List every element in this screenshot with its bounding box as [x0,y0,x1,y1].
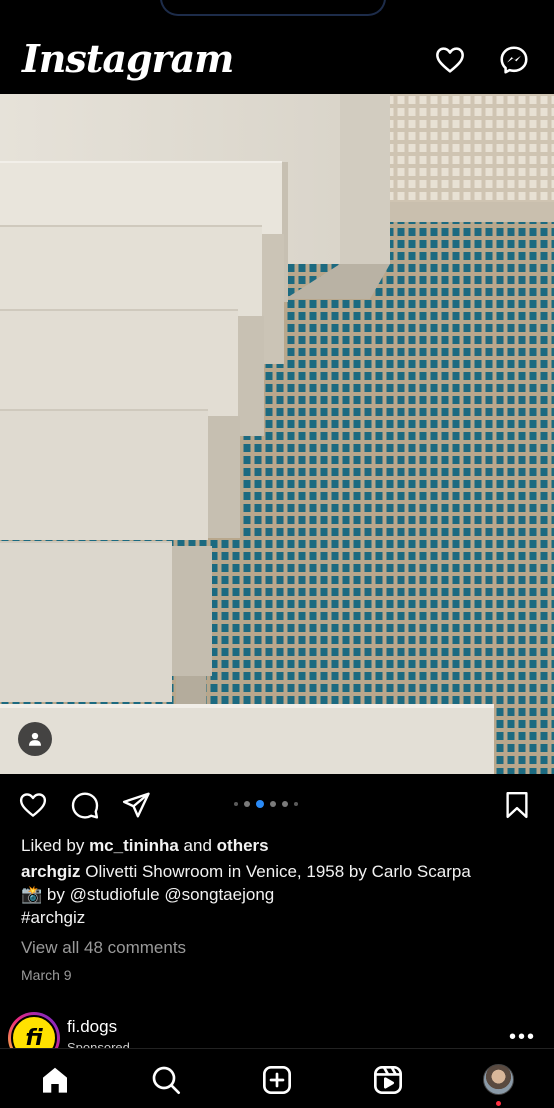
more-options-button[interactable]: ••• [509,1026,536,1049]
messenger-icon[interactable] [498,44,530,76]
carousel-dot [282,801,288,807]
post-date: March 9 [21,967,72,983]
bottom-navigation [0,1048,554,1108]
reels-icon[interactable] [372,1064,404,1096]
instagram-logo[interactable]: Instagram [22,36,234,81]
post-action-bar [0,774,554,834]
carousel-dot-active [256,800,264,808]
carousel-dot [244,801,250,807]
next-post-username[interactable]: fi.dogs [67,1017,117,1037]
profile-avatar[interactable] [483,1064,514,1095]
carousel-dot [234,802,238,806]
post-photo[interactable] [0,94,554,774]
next-post-header: fi fi.dogs Sponsored ••• [0,1008,554,1064]
view-comments-link[interactable]: View all 48 comments [21,938,186,958]
comment-icon[interactable] [70,790,100,820]
status-bar [0,0,554,24]
caption-credits[interactable]: by @studiofule @songtaejong [47,885,274,904]
caption-line-2: 📸 by @studiofule @songtaejong [21,885,274,905]
carousel-indicator [234,800,298,808]
create-icon[interactable] [261,1064,293,1096]
likes-line[interactable]: Liked by mc_tininha and others [21,836,269,856]
save-bookmark-icon[interactable] [502,790,532,820]
liked-by-and: and [183,836,212,855]
liked-by-others[interactable]: others [217,836,269,855]
liked-by-username[interactable]: mc_tininha [89,836,179,855]
home-icon[interactable] [39,1064,71,1096]
notification-dot [496,1101,501,1106]
top-header: Instagram [0,24,554,94]
like-heart-icon[interactable] [18,790,48,820]
caption-text: Olivetti Showroom in Venice, 1958 by Car… [85,862,471,881]
staircase-mosaic-photo [0,94,554,774]
instagram-feed: Instagram Liked by mc_tininha and others… [0,0,554,1108]
camera-notch [160,0,386,16]
tagged-people-icon[interactable] [18,722,52,756]
caption-hashtag[interactable]: #archgiz [21,908,85,928]
share-send-icon[interactable] [121,790,151,820]
search-icon[interactable] [150,1064,182,1096]
caption-line-1: archgiz Olivetti Showroom in Venice, 195… [21,862,471,882]
liked-by-prefix: Liked by [21,836,85,855]
caption-username[interactable]: archgiz [21,862,81,881]
carousel-dot [294,802,298,806]
camera-emoji: 📸 [21,885,43,904]
heart-icon[interactable] [434,44,466,76]
carousel-dot [270,801,276,807]
